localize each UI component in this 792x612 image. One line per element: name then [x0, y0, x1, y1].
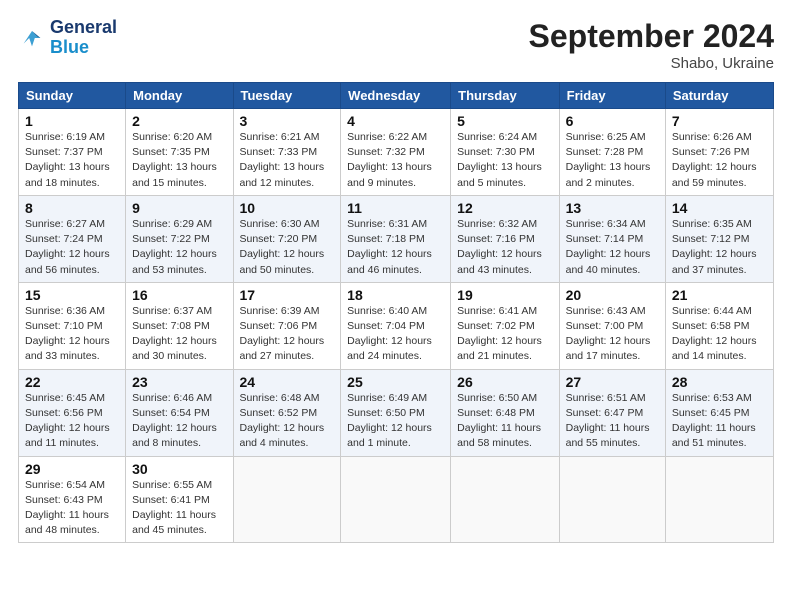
th-saturday: Saturday	[665, 83, 773, 109]
week-row-3: 15 Sunrise: 6:36 AMSunset: 7:10 PMDaylig…	[19, 282, 774, 369]
day-12: 12 Sunrise: 6:32 AMSunset: 7:16 PMDaylig…	[451, 195, 559, 282]
day-18: 18 Sunrise: 6:40 AMSunset: 7:04 PMDaylig…	[341, 282, 451, 369]
week-row-2: 8 Sunrise: 6:27 AMSunset: 7:24 PMDayligh…	[19, 195, 774, 282]
title-block: September 2024 Shabo, Ukraine	[529, 18, 774, 72]
day-6: 6 Sunrise: 6:25 AMSunset: 7:28 PMDayligh…	[559, 109, 665, 196]
empty-cell-4	[559, 456, 665, 543]
week-row-4: 22 Sunrise: 6:45 AMSunset: 6:56 PMDaylig…	[19, 369, 774, 456]
week-row-5: 29 Sunrise: 6:54 AMSunset: 6:43 PMDaylig…	[19, 456, 774, 543]
day-16: 16 Sunrise: 6:37 AMSunset: 7:08 PMDaylig…	[126, 282, 233, 369]
day-13: 13 Sunrise: 6:34 AMSunset: 7:14 PMDaylig…	[559, 195, 665, 282]
day-5: 5 Sunrise: 6:24 AMSunset: 7:30 PMDayligh…	[451, 109, 559, 196]
day-9: 9 Sunrise: 6:29 AMSunset: 7:22 PMDayligh…	[126, 195, 233, 282]
th-thursday: Thursday	[451, 83, 559, 109]
day-21: 21 Sunrise: 6:44 AMSunset: 6:58 PMDaylig…	[665, 282, 773, 369]
day-3: 3 Sunrise: 6:21 AMSunset: 7:33 PMDayligh…	[233, 109, 341, 196]
empty-cell-2	[341, 456, 451, 543]
subtitle: Shabo, Ukraine	[529, 55, 774, 72]
day-26: 26 Sunrise: 6:50 AMSunset: 6:48 PMDaylig…	[451, 369, 559, 456]
day-15: 15 Sunrise: 6:36 AMSunset: 7:10 PMDaylig…	[19, 282, 126, 369]
page: General Blue September 2024 Shabo, Ukrai…	[0, 0, 792, 612]
header-row: Sunday Monday Tuesday Wednesday Thursday…	[19, 83, 774, 109]
day-22: 22 Sunrise: 6:45 AMSunset: 6:56 PMDaylig…	[19, 369, 126, 456]
header-row: General Blue September 2024 Shabo, Ukrai…	[18, 18, 774, 72]
day-2: 2 Sunrise: 6:20 AMSunset: 7:35 PMDayligh…	[126, 109, 233, 196]
day-1: 1 Sunrise: 6:19 AMSunset: 7:37 PMDayligh…	[19, 109, 126, 196]
logo: General Blue	[18, 18, 117, 58]
day-29: 29 Sunrise: 6:54 AMSunset: 6:43 PMDaylig…	[19, 456, 126, 543]
empty-cell-3	[451, 456, 559, 543]
day-8: 8 Sunrise: 6:27 AMSunset: 7:24 PMDayligh…	[19, 195, 126, 282]
logo-line2: Blue	[50, 38, 117, 58]
empty-cell-1	[233, 456, 341, 543]
day-25: 25 Sunrise: 6:49 AMSunset: 6:50 PMDaylig…	[341, 369, 451, 456]
day-30: 30 Sunrise: 6:55 AMSunset: 6:41 PMDaylig…	[126, 456, 233, 543]
logo-line1: General	[50, 18, 117, 38]
th-monday: Monday	[126, 83, 233, 109]
empty-cell-5	[665, 456, 773, 543]
th-friday: Friday	[559, 83, 665, 109]
month-title: September 2024	[529, 18, 774, 55]
day-28: 28 Sunrise: 6:53 AMSunset: 6:45 PMDaylig…	[665, 369, 773, 456]
day-7: 7 Sunrise: 6:26 AMSunset: 7:26 PMDayligh…	[665, 109, 773, 196]
day-17: 17 Sunrise: 6:39 AMSunset: 7:06 PMDaylig…	[233, 282, 341, 369]
day-27: 27 Sunrise: 6:51 AMSunset: 6:47 PMDaylig…	[559, 369, 665, 456]
th-sunday: Sunday	[19, 83, 126, 109]
day-14: 14 Sunrise: 6:35 AMSunset: 7:12 PMDaylig…	[665, 195, 773, 282]
day-10: 10 Sunrise: 6:30 AMSunset: 7:20 PMDaylig…	[233, 195, 341, 282]
th-wednesday: Wednesday	[341, 83, 451, 109]
logo-text: General Blue	[50, 18, 117, 58]
th-tuesday: Tuesday	[233, 83, 341, 109]
logo-icon	[18, 24, 46, 52]
calendar-table: Sunday Monday Tuesday Wednesday Thursday…	[18, 82, 774, 543]
day-4: 4 Sunrise: 6:22 AMSunset: 7:32 PMDayligh…	[341, 109, 451, 196]
day-19: 19 Sunrise: 6:41 AMSunset: 7:02 PMDaylig…	[451, 282, 559, 369]
week-row-1: 1 Sunrise: 6:19 AMSunset: 7:37 PMDayligh…	[19, 109, 774, 196]
day-11: 11 Sunrise: 6:31 AMSunset: 7:18 PMDaylig…	[341, 195, 451, 282]
day-20: 20 Sunrise: 6:43 AMSunset: 7:00 PMDaylig…	[559, 282, 665, 369]
day-23: 23 Sunrise: 6:46 AMSunset: 6:54 PMDaylig…	[126, 369, 233, 456]
day-24: 24 Sunrise: 6:48 AMSunset: 6:52 PMDaylig…	[233, 369, 341, 456]
